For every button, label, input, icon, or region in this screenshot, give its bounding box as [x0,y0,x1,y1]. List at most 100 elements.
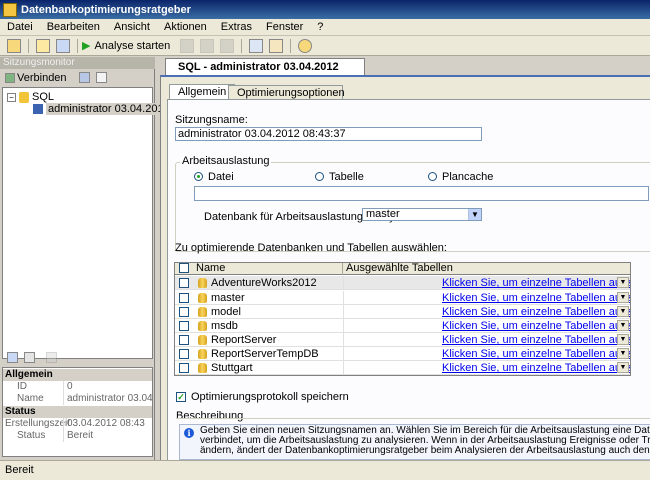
column-divider [343,276,344,290]
clone-icon[interactable] [220,38,235,53]
cancel-icon[interactable] [200,38,215,53]
prop-key: Status [17,430,46,441]
session-tree[interactable]: − SQL administrator 03.04.2012 08:43:37 [2,87,218,359]
prop-category-general[interactable]: Allgemein [3,369,152,381]
select-tables-link[interactable]: Klicken Sie, um einzelne Tabellen auszuw… [442,306,630,318]
database-table-grid[interactable]: Name Ausgewählte Tabellen AdventureWorks… [174,262,631,376]
menu-datei[interactable]: Datei [0,21,40,33]
chevron-down-icon[interactable]: ▼ [617,348,629,359]
select-tables-link[interactable]: Klicken Sie, um einzelne Tabellen auszuw… [442,348,630,360]
column-divider [343,305,344,319]
row-checkbox[interactable] [179,335,189,345]
database-icon [198,363,207,373]
chevron-down-icon[interactable]: ▼ [617,334,629,345]
column-divider [343,291,344,305]
toolbar-separator [290,38,292,53]
connect-button[interactable]: Verbinden [17,72,67,84]
select-tables-link[interactable]: Klicken Sie, um einzelne Tabellen auszuw… [442,277,630,289]
radio-table[interactable] [315,172,324,181]
prop-row-name[interactable]: Name administrator 03.04.2012 08:43:37 [3,393,152,405]
row-checkbox[interactable] [179,363,189,373]
chevron-down-icon[interactable]: ▼ [617,292,629,303]
row-checkbox[interactable] [179,293,189,303]
play-icon[interactable]: ▶ [82,39,90,52]
row-checkbox[interactable] [179,349,189,359]
prop-row-status[interactable]: Status Bereit [3,430,152,442]
open-file-icon[interactable] [36,38,50,53]
row-checkbox[interactable] [179,278,189,288]
session-name-input[interactable]: administrator 03.04.2012 08:43:37 [175,127,482,141]
description-divider [176,418,650,419]
options-icon[interactable] [249,38,264,53]
chevron-down-icon[interactable]: ▼ [617,277,629,288]
row-checkbox[interactable] [179,307,189,317]
grid-header: Name Ausgewählte Tabellen [175,263,630,275]
table-row[interactable]: AdventureWorks2012 Klicken Sie, um einze… [175,276,630,290]
table-row[interactable]: msdb Klicken Sie, um einzelne Tabellen a… [175,319,630,333]
table-row[interactable]: ReportServerTempDB Klicken Sie, um einze… [175,347,630,361]
select-all-checkbox[interactable] [179,263,189,273]
db-name: msdb [211,320,238,332]
tab-general[interactable]: Allgemein [169,84,236,100]
db-name: AdventureWorks2012 [211,277,317,289]
description-text: Geben Sie einen neuen Sitzungsnamen an. … [200,426,650,456]
workload-db-select[interactable]: master ▼ [362,208,482,221]
row-checkbox[interactable] [179,321,189,331]
database-icon [198,307,207,317]
radio-plancache[interactable] [428,172,437,181]
prop-row-created[interactable]: Erstellungszeit 03.04.2012 08:43 [3,418,152,430]
select-tables-link[interactable]: Klicken Sie, um einzelne Tabellen auszuw… [442,292,630,304]
db-name: Stuttgart [211,362,253,374]
menu-fenster[interactable]: Fenster [259,21,310,33]
menu-ansicht[interactable]: Ansicht [107,21,157,33]
categorized-icon[interactable] [7,351,18,363]
prop-key: Name [17,393,44,404]
property-pages-icon[interactable] [46,351,57,363]
menu-bearbeiten[interactable]: Bearbeiten [40,21,107,33]
save-log-checkbox[interactable]: ✓ [176,392,186,402]
column-divider [343,361,344,375]
refresh-icon[interactable] [95,72,107,83]
new-session-icon[interactable] [56,38,70,53]
col-header-name[interactable]: Name [193,263,343,275]
chevron-down-icon[interactable]: ▼ [617,362,629,373]
prop-key: ID [17,381,27,392]
radio-table-label: Tabelle [329,171,364,183]
menu-aktionen[interactable]: Aktionen [157,21,214,33]
toolbar-separator [77,38,78,53]
collapse-icon[interactable]: − [7,92,16,102]
col-header-tables[interactable]: Ausgewählte Tabellen [343,263,630,275]
select-tables-link[interactable]: Klicken Sie, um einzelne Tabellen auszuw… [442,362,630,374]
chevron-down-icon[interactable]: ▼ [617,320,629,331]
tab-tuning-options[interactable]: Optimierungsoptionen [228,85,345,100]
start-analysis-button[interactable]: Analyse starten [94,40,170,52]
status-bar: Bereit [0,460,650,480]
stop-icon[interactable] [180,38,195,53]
table-row[interactable]: Stuttgart Klicken Sie, um einzelne Tabel… [175,361,630,375]
column-divider [343,347,344,361]
session-monitor-icon[interactable] [7,38,21,53]
table-row[interactable]: ReportServer Klicken Sie, um einzelne Ta… [175,333,630,347]
chevron-down-icon[interactable]: ▼ [468,209,481,220]
table-row[interactable]: model Klicken Sie, um einzelne Tabellen … [175,305,630,319]
workload-db-value: master [366,208,400,220]
sort-alpha-icon[interactable] [24,351,35,363]
session-monitor-panel: Sitzungsmonitor Verbinden − SQL administ… [0,57,218,460]
table-row[interactable]: master Klicken Sie, um einzelne Tabellen… [175,291,630,305]
workload-file-input[interactable] [194,186,649,201]
document-area: Allgemein Optimierungsoptionen Sitzungsn… [160,75,650,462]
prop-category-status[interactable]: Status [3,406,152,418]
server-icon[interactable] [78,72,90,83]
toolbar-separator [241,38,243,53]
menu-help[interactable]: ? [310,21,330,33]
help-icon[interactable] [298,38,313,53]
document-tab[interactable]: SQL - administrator 03.04.2012 08:43:37 [165,58,365,90]
select-tables-link[interactable]: Klicken Sie, um einzelne Tabellen auszuw… [442,334,630,346]
prop-row-id[interactable]: ID 0 [3,381,152,393]
chevron-down-icon[interactable]: ▼ [617,306,629,317]
radio-file[interactable] [194,172,203,181]
info-icon: i [184,428,194,438]
select-tables-link[interactable]: Klicken Sie, um einzelne Tabellen auszuw… [442,320,630,332]
settings-icon[interactable] [269,38,284,53]
menu-extras[interactable]: Extras [214,21,259,33]
